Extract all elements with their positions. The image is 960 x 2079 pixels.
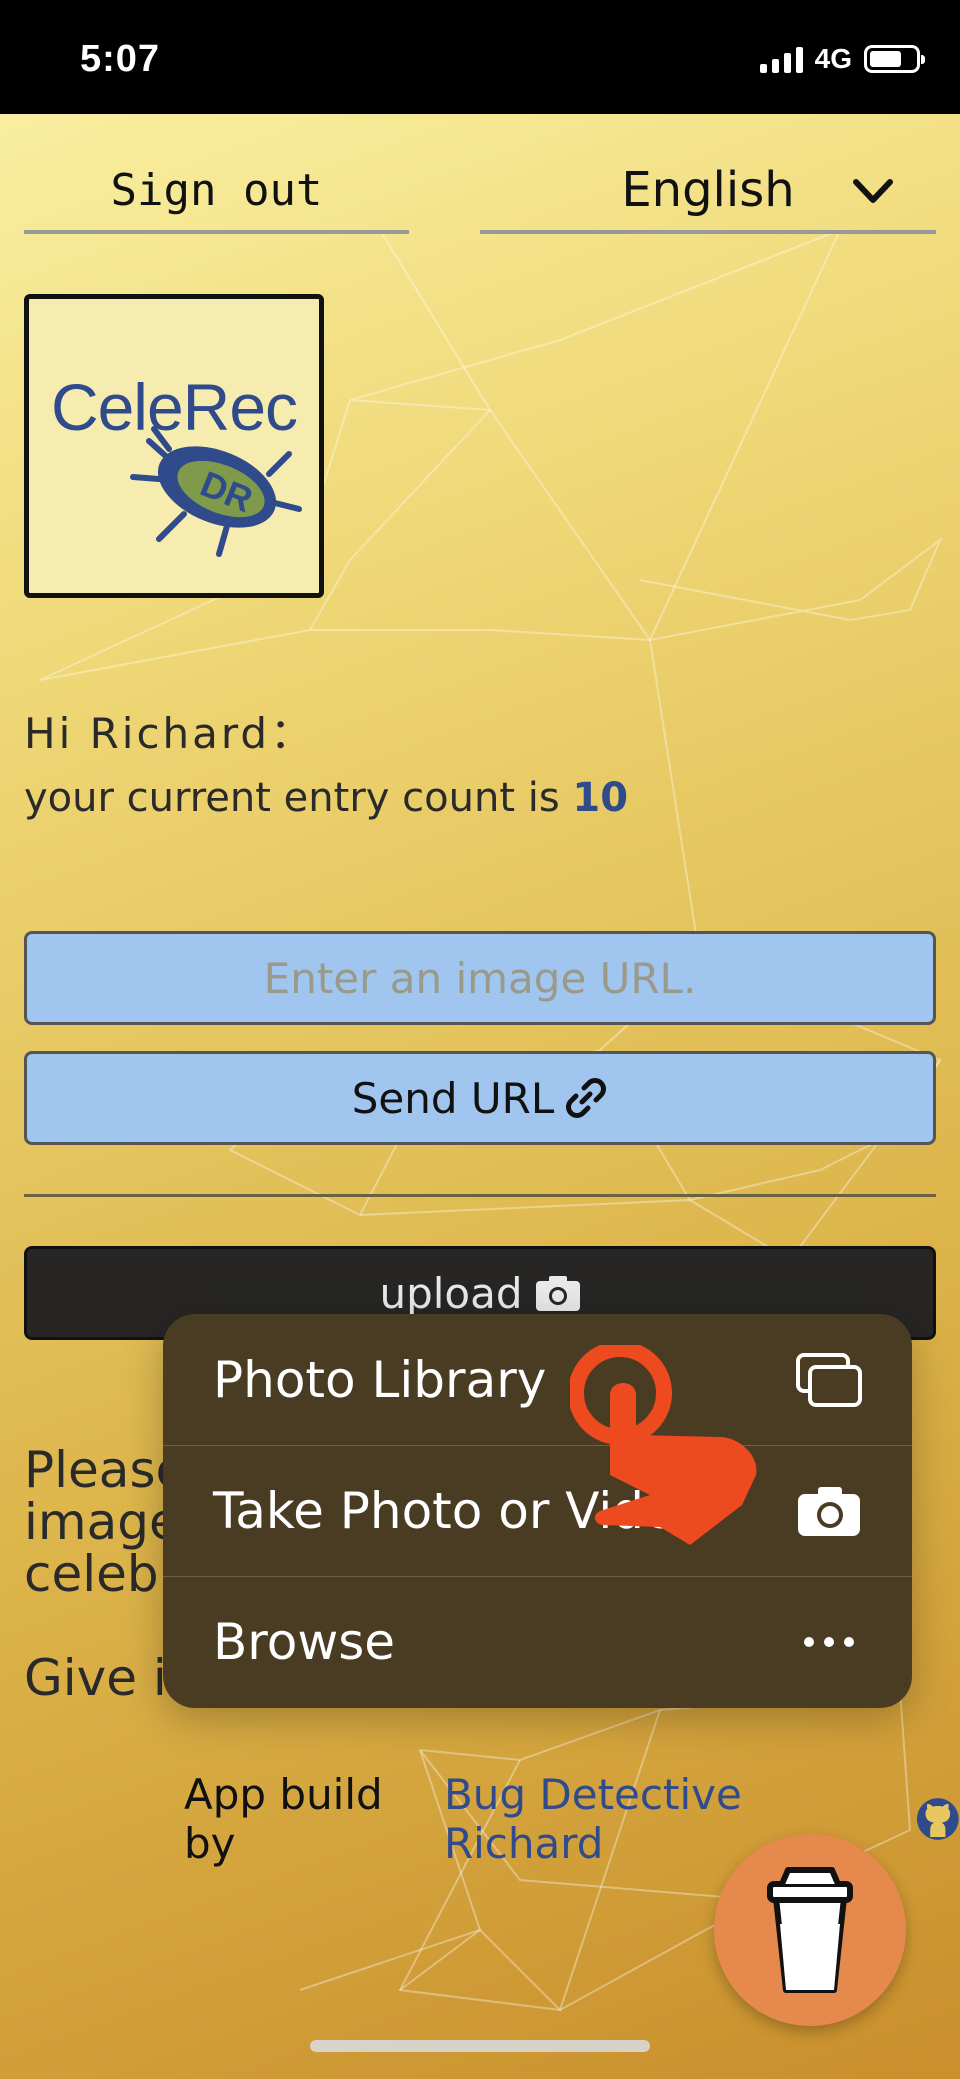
- send-url-button[interactable]: Send URL: [24, 1051, 936, 1145]
- footer-prefix: App build by: [184, 1770, 383, 1868]
- instruction-text-line: celebr: [24, 1545, 180, 1603]
- home-indicator: [310, 2040, 650, 2052]
- cellular-signal-icon: [759, 45, 803, 73]
- greeting-heading: Hi Richard：: [24, 709, 316, 758]
- menu-item-take-photo[interactable]: Take Photo or Vide: [163, 1445, 912, 1576]
- menu-item-photo-library[interactable]: Photo Library: [163, 1314, 912, 1445]
- network-type: 4G: [814, 43, 852, 74]
- status-time: 5:07: [80, 38, 161, 80]
- upload-label: upload: [379, 1268, 523, 1318]
- language-select[interactable]: English: [480, 150, 936, 234]
- entry-count-prefix: your current entry count is: [24, 775, 573, 821]
- coffee-cup-icon: [767, 1867, 853, 1993]
- menu-item-label: Browse: [213, 1613, 396, 1671]
- section-divider: [24, 1194, 936, 1197]
- entry-count-value: 10: [572, 775, 629, 821]
- beetle-icon: DR: [130, 426, 302, 557]
- battery-icon: [864, 45, 925, 73]
- photo-library-icon: [796, 1352, 862, 1407]
- camera-icon: [798, 1487, 860, 1536]
- status-bar: 5:07 4G: [0, 0, 960, 114]
- github-icon[interactable]: [916, 1796, 960, 1842]
- entry-count-line: your current entry count is 10: [24, 775, 628, 821]
- link-icon: [566, 1078, 607, 1118]
- camera-icon: [535, 1276, 580, 1311]
- status-indicators: 4G: [759, 40, 925, 78]
- image-url-input[interactable]: [24, 931, 936, 1025]
- chevron-down-icon: [853, 179, 893, 203]
- send-url-label: Send URL: [351, 1073, 555, 1123]
- instruction-text-line: Please: [24, 1441, 187, 1499]
- menu-item-browse[interactable]: Browse: [163, 1576, 912, 1707]
- sign-out-button[interactable]: Sign out: [24, 150, 409, 234]
- upload-source-menu: Photo Library Take Photo or Vide Browse: [163, 1314, 912, 1708]
- instruction-text-line: image: [24, 1493, 180, 1551]
- menu-item-label: Photo Library: [213, 1350, 547, 1409]
- language-selected-value: English: [621, 162, 795, 218]
- tap-hand-icon: [570, 1345, 757, 1545]
- more-icon: [804, 1637, 854, 1647]
- app-logo: CeleRec DR: [24, 294, 324, 598]
- buy-me-coffee-button[interactable]: [714, 1834, 906, 2026]
